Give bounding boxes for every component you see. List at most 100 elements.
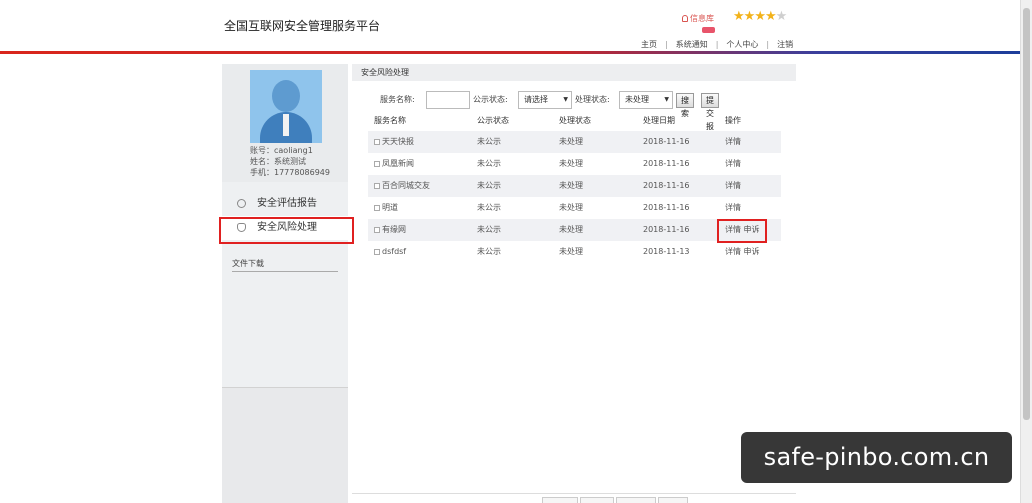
service-name-cell: 明道 (374, 197, 398, 219)
header-divider (0, 51, 1020, 54)
service-name-cell: 百合同城交友 (374, 175, 430, 197)
chevron-down-icon: ▼ (563, 96, 568, 103)
sidebar-item-assessment-report[interactable]: 安全评估报告 (222, 192, 348, 216)
star-icon: ★ (743, 9, 756, 24)
user-link[interactable]: 信息库 (682, 13, 714, 24)
row-checkbox[interactable] (374, 139, 380, 145)
profile-info: 账号：caoliang1 姓名：系统测试 手机：17778086949 (250, 145, 330, 178)
star-empty-icon: ★ (775, 9, 788, 24)
service-name-cell: 有缘网 (374, 219, 406, 241)
highlight-box (717, 219, 767, 243)
public-status-cell: 未公示 (477, 247, 501, 256)
rating-stars: ★★★★★ (733, 9, 788, 24)
row-checkbox[interactable] (374, 227, 380, 233)
process-date-cell: 2018-11-16 (643, 137, 690, 146)
nav-home[interactable]: 主页 (641, 40, 657, 49)
process-date-cell: 2018-11-13 (643, 247, 690, 256)
column-header: 处理状态 (559, 116, 591, 125)
column-header: 处理日期 (643, 116, 675, 125)
nav-notifications[interactable]: 系统通知 (676, 40, 708, 49)
process-status-cell: 未处理 (559, 203, 583, 212)
table-header: 服务名称 公示状态 处理状态 处理日期 操作 (368, 111, 781, 131)
service-name-cell: 凤凰新闻 (374, 153, 414, 175)
process-status-cell: 未处理 (559, 225, 583, 234)
pager-control[interactable] (580, 497, 614, 503)
actions-cell[interactable]: 详情 (725, 131, 741, 153)
avatar (250, 70, 322, 143)
nav-separator: | (715, 40, 719, 49)
process-status-cell: 未处理 (559, 247, 583, 256)
nav-profile[interactable]: 个人中心 (726, 40, 758, 49)
watermark: safe-pinbo.com.cn (741, 432, 1012, 483)
service-name-cell: 天天快报 (374, 131, 414, 153)
nav-separator: | (766, 40, 770, 49)
star-icon: ★ (764, 9, 777, 24)
panel-title: 安全风险处理 (352, 64, 796, 81)
table-row: 凤凰新闻 未公示 未处理 2018-11-16 详情 (368, 153, 781, 175)
process-status-select[interactable]: 未处理 ▼ (619, 91, 673, 109)
row-checkbox[interactable] (374, 249, 380, 255)
file-download-section[interactable]: 文件下载 (232, 258, 338, 272)
actions-cell[interactable]: 详情 (725, 197, 741, 219)
chevron-down-icon: ▼ (664, 96, 669, 103)
site-title: 全国互联网安全管理服务平台 (224, 19, 381, 33)
process-date-cell: 2018-11-16 (643, 159, 690, 168)
submit-report-button[interactable]: 提交报告 (701, 93, 719, 144)
table-row: 明道 未公示 未处理 2018-11-16 详情 (368, 197, 781, 219)
row-checkbox[interactable] (374, 161, 380, 167)
public-status-select[interactable]: 请选择 ▼ (518, 91, 572, 109)
star-icon: ★ (754, 9, 766, 24)
pagination (352, 493, 796, 503)
main-panel: 安全风险处理 服务名称: 公示状态: 请选择 ▼ 处理状态: 未处理 ▼ 搜索 提交… (352, 64, 796, 503)
user-link-label: 信息库 (690, 14, 714, 23)
process-date-cell: 2018-11-16 (643, 203, 690, 212)
row-checkbox[interactable] (374, 205, 380, 211)
public-status-cell: 未公示 (477, 159, 501, 168)
service-name-input[interactable] (426, 91, 470, 109)
actions-cell[interactable]: 详情 (725, 175, 741, 197)
page: 全国互联网安全管理服务平台 信息库 ★★★★★ 主页 | 系统通知 | 个人中心 | 注销 … (0, 0, 1032, 503)
public-status-label: 公示状态: (473, 95, 508, 104)
sidebar: 账号：caoliang1 姓名：系统测试 手机：17778086949 安全评估… (222, 64, 348, 503)
public-status-cell: 未公示 (477, 203, 501, 212)
service-name-label: 服务名称: (380, 95, 415, 104)
public-status-cell: 未公示 (477, 181, 501, 190)
nav-separator: | (665, 40, 668, 49)
public-status-cell: 未公示 (477, 225, 501, 234)
process-status-label: 处理状态: (575, 95, 610, 104)
scrollbar-thumb[interactable] (1023, 8, 1030, 420)
search-icon (237, 199, 246, 208)
profile-card: 账号：caoliang1 姓名：系统测试 手机：17778086949 (222, 64, 348, 182)
table-row: 天天快报 未公示 未处理 2018-11-16 详情 (368, 131, 781, 153)
nav-logout[interactable]: 注销 (777, 40, 793, 49)
vertical-scrollbar[interactable] (1020, 0, 1032, 503)
table-row: dsfdsf 未公示 未处理 2018-11-13 详情 申诉 (368, 241, 781, 263)
service-name-cell: dsfdsf (374, 241, 406, 263)
top-nav: 主页 | 系统通知 | 个人中心 | 注销 (641, 39, 793, 50)
table-row: 百合同城交友 未公示 未处理 2018-11-16 详情 (368, 175, 781, 197)
header: 全国互联网安全管理服务平台 信息库 ★★★★★ 主页 | 系统通知 | 个人中心 | 注销 (0, 0, 1020, 54)
pager-control[interactable] (542, 497, 578, 503)
star-icon: ★ (733, 9, 745, 24)
name-text: 姓名：系统测试 (250, 157, 306, 166)
highlight-box (219, 217, 354, 244)
actions-cell[interactable]: 详情 (725, 153, 741, 175)
column-header: 服务名称 (374, 116, 406, 125)
sidebar-lower-panel (222, 387, 348, 503)
row-checkbox[interactable] (374, 183, 380, 189)
account-text: 账号：caoliang1 (250, 146, 313, 155)
sidebar-item-label: 安全评估报告 (257, 198, 317, 209)
message-badge[interactable] (702, 27, 715, 33)
process-status-cell: 未处理 (559, 181, 583, 190)
public-status-cell: 未公示 (477, 137, 501, 146)
column-header: 操作 (725, 116, 741, 125)
pager-control[interactable] (616, 497, 656, 503)
phone-text: 手机：17778086949 (250, 168, 330, 177)
process-date-cell: 2018-11-16 (643, 225, 690, 234)
pager-control[interactable] (658, 497, 688, 503)
user-icon (682, 15, 688, 22)
process-status-cell: 未处理 (559, 137, 583, 146)
actions-cell[interactable]: 详情 申诉 (725, 241, 760, 263)
process-date-cell: 2018-11-16 (643, 181, 690, 190)
search-button[interactable]: 搜索 (676, 93, 694, 118)
